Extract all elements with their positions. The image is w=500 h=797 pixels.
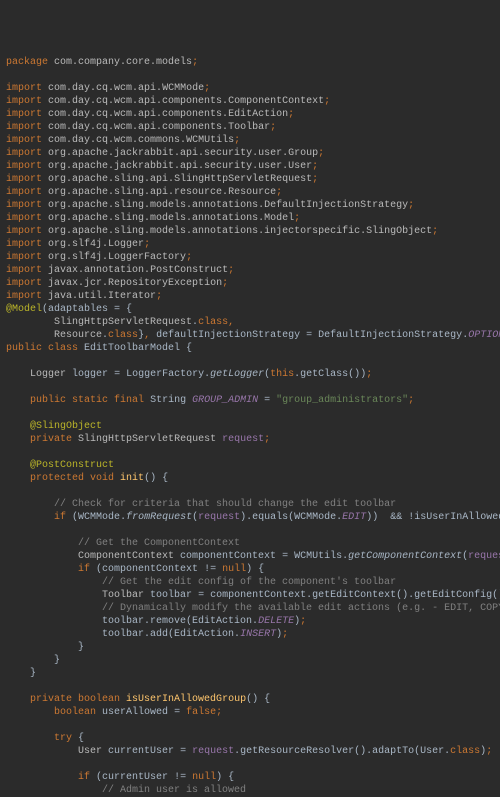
comment-2: // Get the ComponentContext (78, 538, 240, 549)
init-name: init (120, 473, 144, 484)
tb-type: Toolbar (102, 590, 144, 601)
neq-1: != (204, 564, 216, 575)
ann-model: @Model (6, 304, 42, 315)
init-mods: protected void (30, 473, 114, 484)
cu-name: currentUser (108, 746, 174, 757)
cu-rhs2: .getResourceResolver().adaptTo(User (234, 746, 444, 757)
if1-b: fromRequest (126, 512, 192, 523)
ua-type: boolean (54, 707, 96, 718)
req-name: request (222, 434, 264, 445)
m2-name: isUserInAllowedGroup (126, 694, 246, 705)
if1-a: WCMMode (78, 512, 120, 523)
class-sfx-2: class (108, 330, 138, 341)
imports-b: import javax.annotation.PostConstruct; i… (6, 265, 234, 302)
comment-4: // Dynamically modify the available edit… (102, 603, 500, 614)
logger-type: Logger (30, 369, 66, 380)
dis-suf: OPTIONAL (468, 330, 500, 341)
if1-d: EDIT (342, 512, 366, 523)
tb-remove: toolbar.remove(EditAction (102, 616, 252, 627)
pkg-path: com.company.core.models (54, 57, 192, 68)
delete-const: DELETE (258, 616, 294, 627)
get-logger: getLogger (210, 369, 264, 380)
code-block: package com.company.core.models; import … (6, 57, 500, 796)
kw-class: public class (6, 343, 78, 354)
adaptable-1: SlingHttpServletRequest (54, 317, 192, 328)
kw-package: package (6, 57, 48, 68)
kw-this: this (270, 369, 294, 380)
gcc-req: request (468, 551, 500, 562)
get-class: getClass() (300, 369, 360, 380)
if2: componentContext (102, 564, 198, 575)
ann-sling: @SlingObject (30, 421, 102, 432)
wcmu: WCMUtils (294, 551, 342, 562)
dis-label: defaultInjectionStrategy (156, 330, 300, 341)
cc-type: ComponentContext (78, 551, 174, 562)
adaptables-label: adaptables (48, 304, 108, 315)
req-type: SlingHttpServletRequest (78, 434, 216, 445)
cu-rhs1: request (192, 746, 234, 757)
comment-5: // Admin user is allowed (102, 785, 246, 796)
null-1: null (222, 564, 246, 575)
kw-try: try (54, 733, 72, 744)
cu-rhs3: class (450, 746, 480, 757)
class-name: EditToolbarModel (84, 343, 180, 354)
class-sfx-1: class (198, 317, 228, 328)
comment-1: // Check for criteria that should change… (54, 499, 396, 510)
if1-req: request (198, 512, 240, 523)
logger-factory: LoggerFactory (126, 369, 204, 380)
null-2: null (192, 772, 216, 783)
tb-chain: componentContext.getEditContext().getEdi… (210, 590, 500, 601)
if1-e: !isUserInAllowedGroup() (408, 512, 500, 523)
cu-type: User (78, 746, 102, 757)
const-mods: public static final (30, 395, 144, 406)
logger-name: logger (72, 369, 108, 380)
gcc: getComponentContext (348, 551, 462, 562)
imports-a: import com.day.cq.wcm.api.WCMMode; impor… (6, 83, 438, 263)
comment-3: // Get the edit config of the component'… (102, 577, 396, 588)
ann-post: @PostConstruct (30, 460, 114, 471)
const-val: "group_administrators" (276, 395, 408, 406)
tb-add: toolbar.add(EditAction (102, 629, 234, 640)
insert-const: INSERT (240, 629, 276, 640)
tb-name: toolbar (150, 590, 192, 601)
ua-name: userAllowed (102, 707, 168, 718)
kw-private: private (30, 434, 72, 445)
adaptable-2: Resource (54, 330, 102, 341)
m2-mods: private boolean (30, 694, 120, 705)
if1-c: equals(WCMMode (252, 512, 336, 523)
dis-pre: DefaultInjectionStrategy (318, 330, 462, 341)
cc-name: componentContext (180, 551, 276, 562)
const-name: GROUP_ADMIN (192, 395, 258, 406)
neq-2: != (174, 772, 186, 783)
if3: currentUser (102, 772, 168, 783)
kw-false: false (186, 707, 216, 718)
const-type: String (150, 395, 186, 406)
